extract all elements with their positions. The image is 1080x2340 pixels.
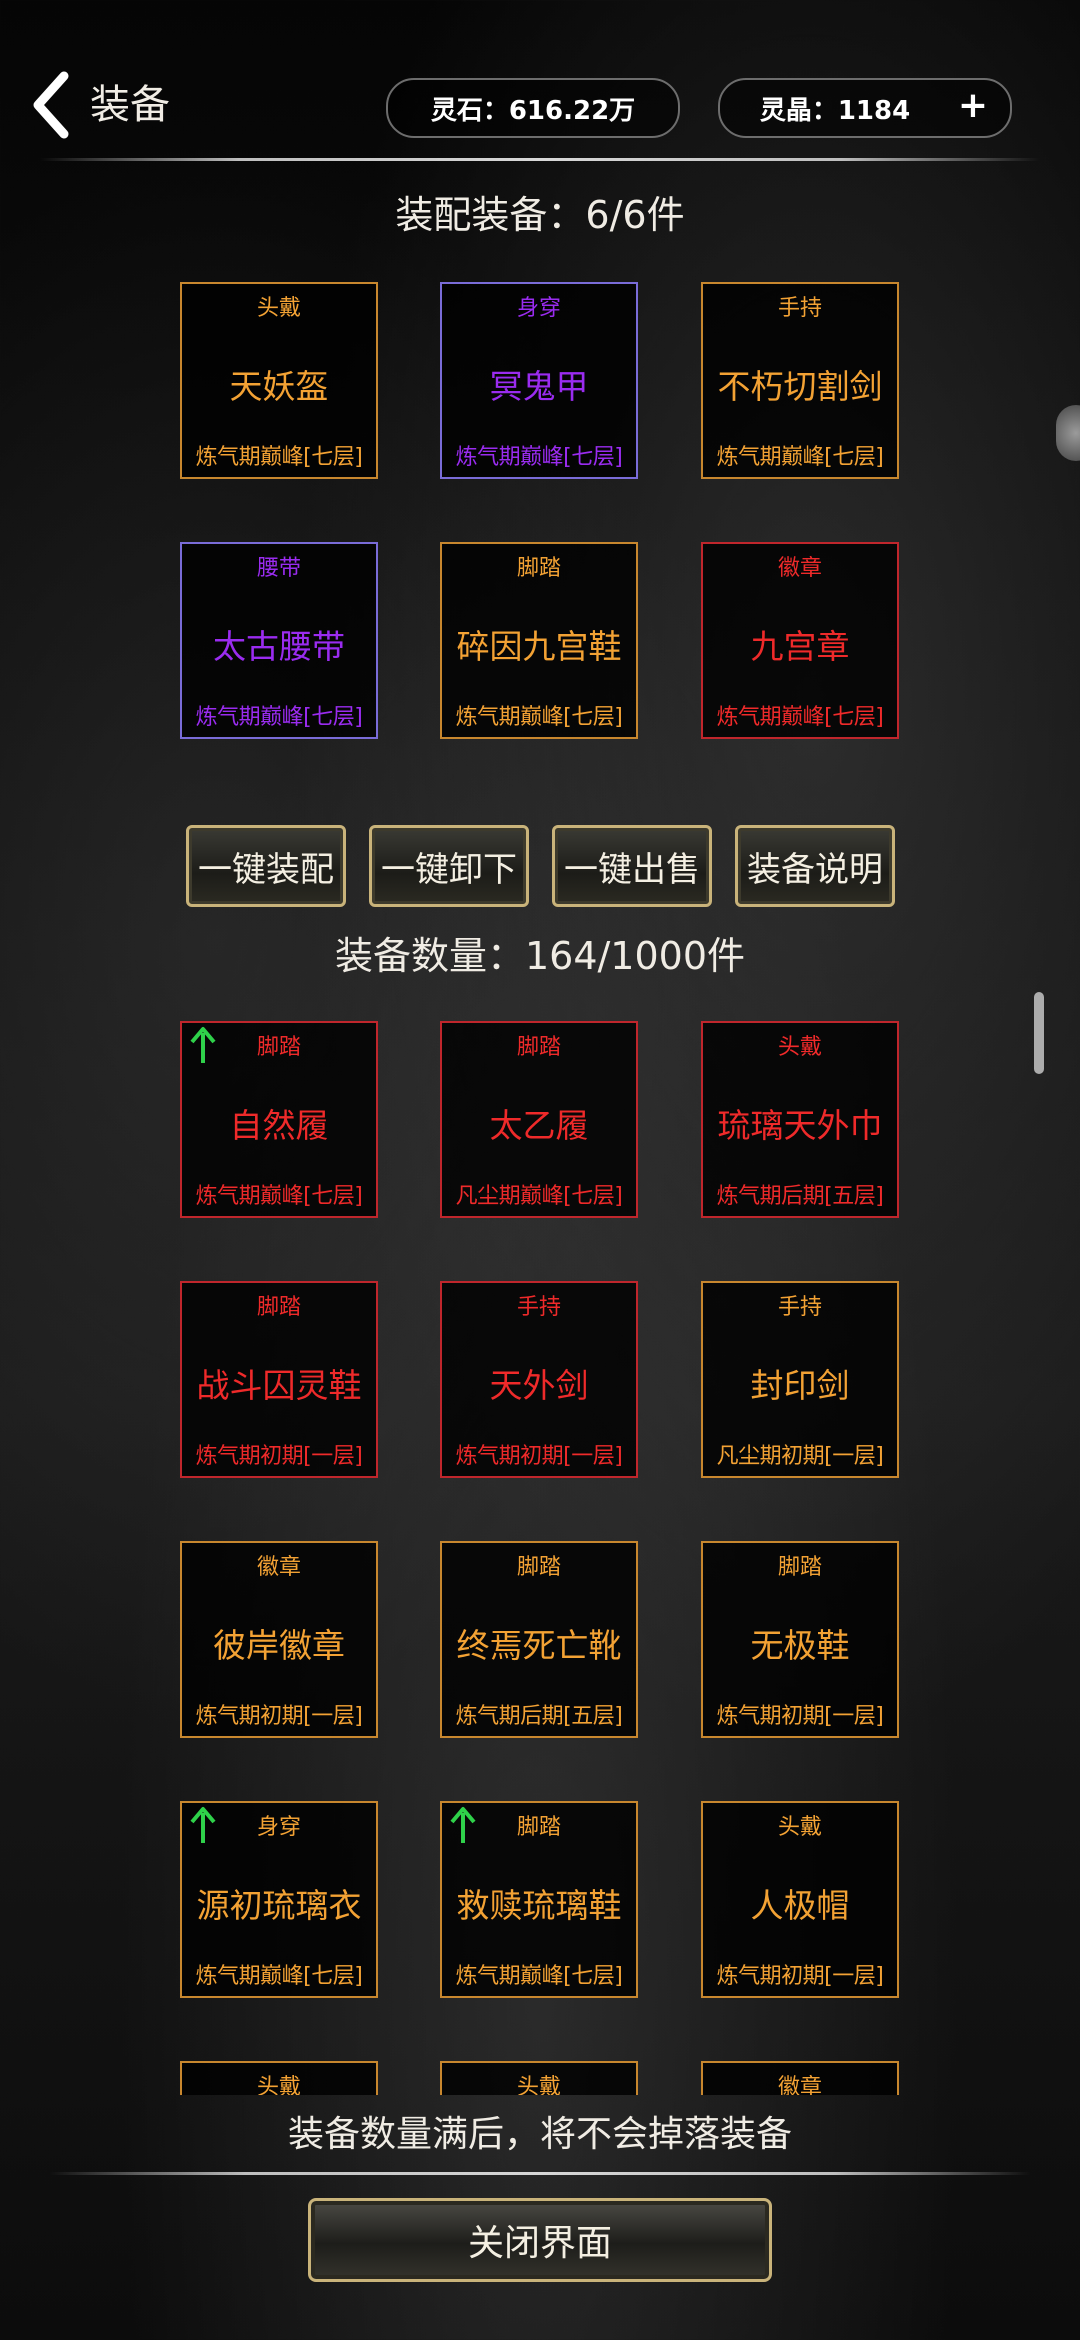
item-card[interactable]: 头戴人极帽炼气期初期[一层] (701, 1801, 899, 1998)
item-name: 不朽切割剑 (717, 367, 883, 406)
item-name: 人极帽 (750, 1886, 850, 1925)
item-name: 战斗囚灵鞋 (196, 1366, 362, 1405)
item-slot-label: 头戴 (777, 1815, 822, 1840)
item-card[interactable]: 脚踏 救赎琉璃鞋 炼气期巅峰[七层] (440, 1801, 638, 1998)
item-card[interactable]: 手持天外剑炼气期初期[一层] (440, 1281, 638, 1478)
item-level: 炼气期巅峰[七层] (716, 445, 884, 470)
item-card[interactable]: 腰带太古腰带炼气期巅峰[七层] (180, 542, 378, 739)
item-name: 彼岸徽章 (213, 1626, 345, 1665)
item-level: 炼气期巅峰[七层] (455, 1964, 623, 1989)
item-card[interactable]: 徽章彼岸徽章炼气期初期[一层] (180, 1541, 378, 1738)
item-name: 太古腰带 (213, 627, 345, 666)
item-name: 九宫章 (750, 627, 850, 666)
close-panel-button[interactable]: 关闭界面 (308, 2198, 772, 2282)
item-name: 终焉死亡靴 (456, 1626, 622, 1665)
item-level: 炼气期初期[一层] (455, 1444, 623, 1469)
item-card[interactable]: 脚踏战斗囚灵鞋炼气期初期[一层] (180, 1281, 378, 1478)
item-slot-label: 手持 (777, 1295, 822, 1320)
equipped-heading: 装配装备：6/6件 (395, 193, 685, 237)
equip-all-button[interactable]: 一键装配 (186, 825, 346, 907)
item-name: 源初琉璃衣 (196, 1886, 362, 1925)
item-card[interactable]: 手持不朽切割剑炼气期巅峰[七层] (701, 282, 899, 479)
item-card[interactable]: 脚踏碎因九宫鞋炼气期巅峰[七层] (440, 542, 638, 739)
item-name: 天外剑 (489, 1366, 589, 1405)
add-crystal-icon[interactable]: + (958, 88, 988, 124)
unequip-all-button[interactable]: 一键卸下 (369, 825, 529, 907)
scroll-handle[interactable] (1034, 992, 1044, 1074)
item-slot-label: 徽章 (777, 556, 822, 581)
item-card[interactable]: 脚踏太乙履凡尘期巅峰[七层] (440, 1021, 638, 1218)
item-name: 救赎琉璃鞋 (456, 1886, 622, 1925)
item-level: 炼气期巅峰[七层] (195, 1184, 363, 1209)
item-card[interactable]: 头戴琉璃天外巾炼气期后期[五层] (701, 1021, 899, 1218)
item-level: 凡尘期巅峰[七层] (455, 1184, 623, 1209)
item-card[interactable]: 头戴 (440, 2061, 638, 2095)
upgrade-arrow-icon (190, 1027, 216, 1063)
spirit-crystal-balance: 灵晶：1184 + (718, 78, 1012, 138)
equipment-help-button[interactable]: 装备说明 (735, 825, 895, 907)
header-divider (40, 158, 1040, 161)
spirit-stone-balance: 灵石：616.22万 (386, 78, 680, 138)
item-slot-label: 手持 (777, 296, 822, 321)
inventory-scroll-area[interactable]: 脚踏 自然履 炼气期巅峰[七层] 脚踏 太乙履 凡尘期巅峰[七层] 头戴 琉璃天外巾 炼气期后期… (0, 1015, 1080, 2095)
item-slot-label: 身穿 (516, 296, 561, 321)
item-level: 炼气期初期[一层] (716, 1964, 884, 1989)
item-slot-label: 手持 (516, 1295, 561, 1320)
item-slot-label: 腰带 (256, 556, 301, 581)
item-slot-label: 头戴 (256, 296, 301, 321)
item-level: 炼气期初期[一层] (195, 1444, 363, 1469)
item-name: 冥鬼甲 (489, 367, 589, 406)
item-card[interactable]: 徽章 (701, 2061, 899, 2095)
item-slot-label: 脚踏 (516, 556, 561, 581)
item-slot-label: 徽章 (777, 2075, 822, 2095)
back-arrow-icon[interactable] (28, 70, 78, 140)
item-card[interactable]: 身穿 源初琉璃衣 炼气期巅峰[七层] (180, 1801, 378, 1998)
item-level: 炼气期巅峰[七层] (455, 705, 623, 730)
footer-divider (50, 2172, 1030, 2175)
item-slot-label: 脚踏 (256, 1295, 301, 1320)
item-name: 无极鞋 (750, 1626, 850, 1665)
item-level: 炼气期初期[一层] (716, 1704, 884, 1729)
item-level: 炼气期巅峰[七层] (195, 445, 363, 470)
item-card[interactable]: 脚踏无极鞋炼气期初期[一层] (701, 1541, 899, 1738)
upgrade-arrow-icon (190, 1807, 216, 1843)
item-slot-label: 头戴 (777, 1035, 822, 1060)
item-card[interactable]: 头戴天妖盔炼气期巅峰[七层] (180, 282, 378, 479)
inventory-full-note: 装备数量满后，将不会掉落装备 (287, 2114, 792, 2155)
item-card[interactable]: 脚踏 自然履 炼气期巅峰[七层] (180, 1021, 378, 1218)
item-name: 琉璃天外巾 (717, 1106, 883, 1145)
sell-all-button[interactable]: 一键出售 (552, 825, 712, 907)
item-card[interactable]: 身穿冥鬼甲炼气期巅峰[七层] (440, 282, 638, 479)
item-slot-label: 脚踏 (516, 1555, 561, 1580)
item-level: 炼气期初期[一层] (195, 1704, 363, 1729)
item-card[interactable]: 徽章九宫章炼气期巅峰[七层] (701, 542, 899, 739)
item-name: 太乙履 (489, 1106, 589, 1145)
item-card[interactable]: 头戴 (180, 2061, 378, 2095)
item-level: 炼气期巅峰[七层] (195, 705, 363, 730)
item-name: 自然履 (229, 1106, 329, 1145)
spirit-stone-text: 灵石：616.22万 (430, 95, 636, 126)
item-level: 炼气期巅峰[七层] (195, 1964, 363, 1989)
item-slot-label: 脚踏 (516, 1035, 561, 1060)
item-slot-label: 徽章 (256, 1555, 301, 1580)
item-name: 封印剑 (750, 1366, 850, 1405)
item-slot-label: 脚踏 (777, 1555, 822, 1580)
upgrade-arrow-icon (450, 1807, 476, 1843)
item-name: 碎因九宫鞋 (456, 627, 622, 666)
inventory-heading: 装备数量：164/1000件 (334, 934, 746, 978)
item-slot-label: 头戴 (516, 2075, 561, 2095)
item-level: 炼气期后期[五层] (716, 1184, 884, 1209)
item-level: 炼气期后期[五层] (455, 1704, 623, 1729)
item-level: 炼气期巅峰[七层] (455, 445, 623, 470)
spirit-crystal-text: 灵晶：1184 (759, 95, 911, 126)
side-float-icon[interactable] (1056, 405, 1080, 461)
item-name: 天妖盔 (229, 367, 329, 406)
item-slot-label: 头戴 (256, 2075, 301, 2095)
page-title: 装备 (90, 82, 170, 128)
item-card[interactable]: 手持封印剑凡尘期初期[一层] (701, 1281, 899, 1478)
item-level: 炼气期巅峰[七层] (716, 705, 884, 730)
item-card[interactable]: 脚踏终焉死亡靴炼气期后期[五层] (440, 1541, 638, 1738)
item-level: 凡尘期初期[一层] (716, 1444, 884, 1469)
